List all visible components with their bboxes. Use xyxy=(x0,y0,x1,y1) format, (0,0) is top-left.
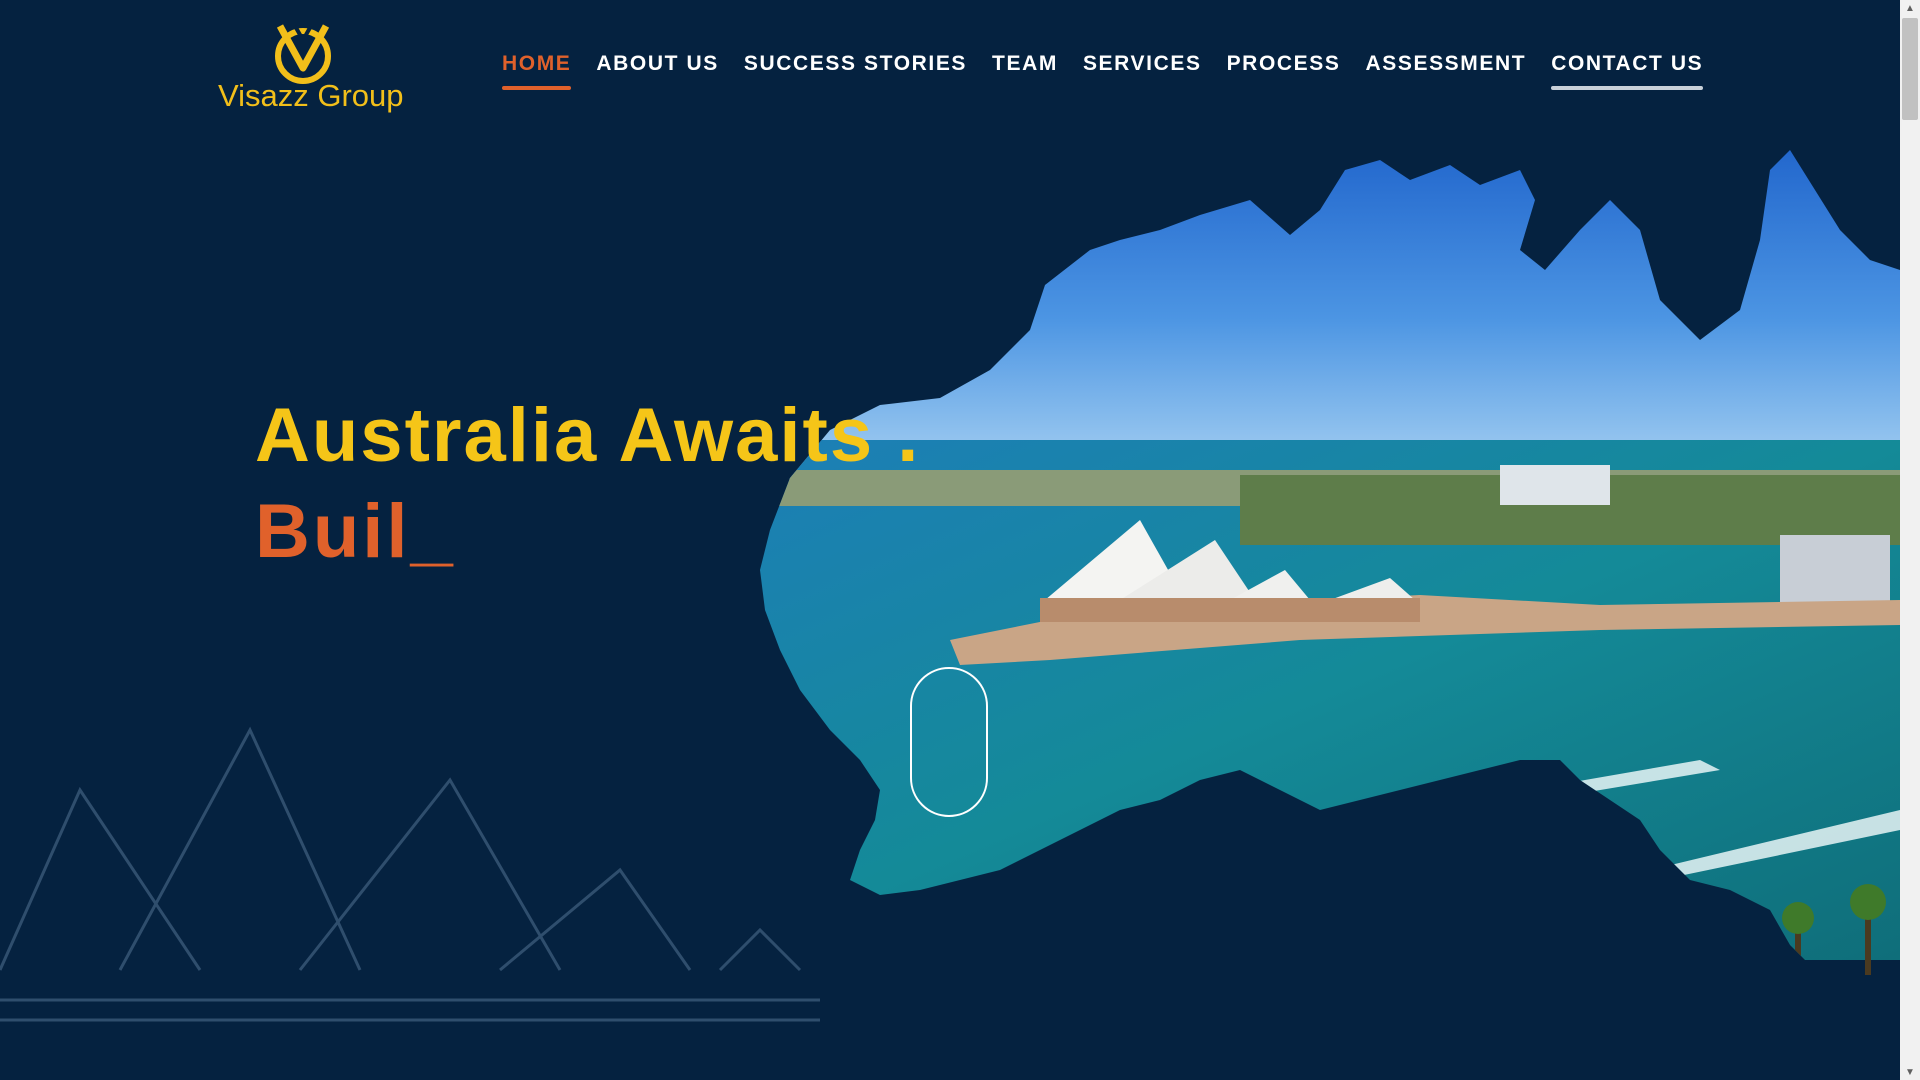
nav-contact-us[interactable]: CONTACT US xyxy=(1551,52,1704,90)
hero-headline: Australia Awaits . xyxy=(255,393,921,478)
nav-about-us[interactable]: ABOUT US xyxy=(596,52,718,90)
mouse-scroll-icon[interactable] xyxy=(910,667,988,817)
site-header: Visazz Group HOME ABOUT US SUCCESS STORI… xyxy=(0,0,1900,120)
hero-typed-text: Buil_ xyxy=(255,489,456,574)
brand-name: Visazz Group xyxy=(218,78,404,113)
nav-team[interactable]: TEAM xyxy=(992,52,1058,90)
arrow-down-icon[interactable]: ▼ xyxy=(1900,1064,1920,1080)
vertical-scrollbar[interactable]: ▲ ▼ xyxy=(1900,0,1920,1080)
nav-home[interactable]: HOME xyxy=(502,52,572,90)
nav-services[interactable]: SERVICES xyxy=(1083,52,1202,90)
brand-logo[interactable]: Visazz Group xyxy=(218,18,404,118)
page: Visazz Group HOME ABOUT US SUCCESS STORI… xyxy=(0,0,1900,1080)
nav-success-stories[interactable]: SUCCESS STORIES xyxy=(744,52,967,90)
opera-house-sketch xyxy=(0,726,820,1022)
main-nav: HOME ABOUT US SUCCESS STORIES TEAM SERVI… xyxy=(502,52,1728,90)
scrollbar-thumb[interactable] xyxy=(1902,18,1918,120)
nav-assessment[interactable]: ASSESSMENT xyxy=(1365,52,1526,90)
arrow-up-icon[interactable]: ▲ xyxy=(1900,0,1920,16)
nav-process[interactable]: PROCESS xyxy=(1227,52,1341,90)
